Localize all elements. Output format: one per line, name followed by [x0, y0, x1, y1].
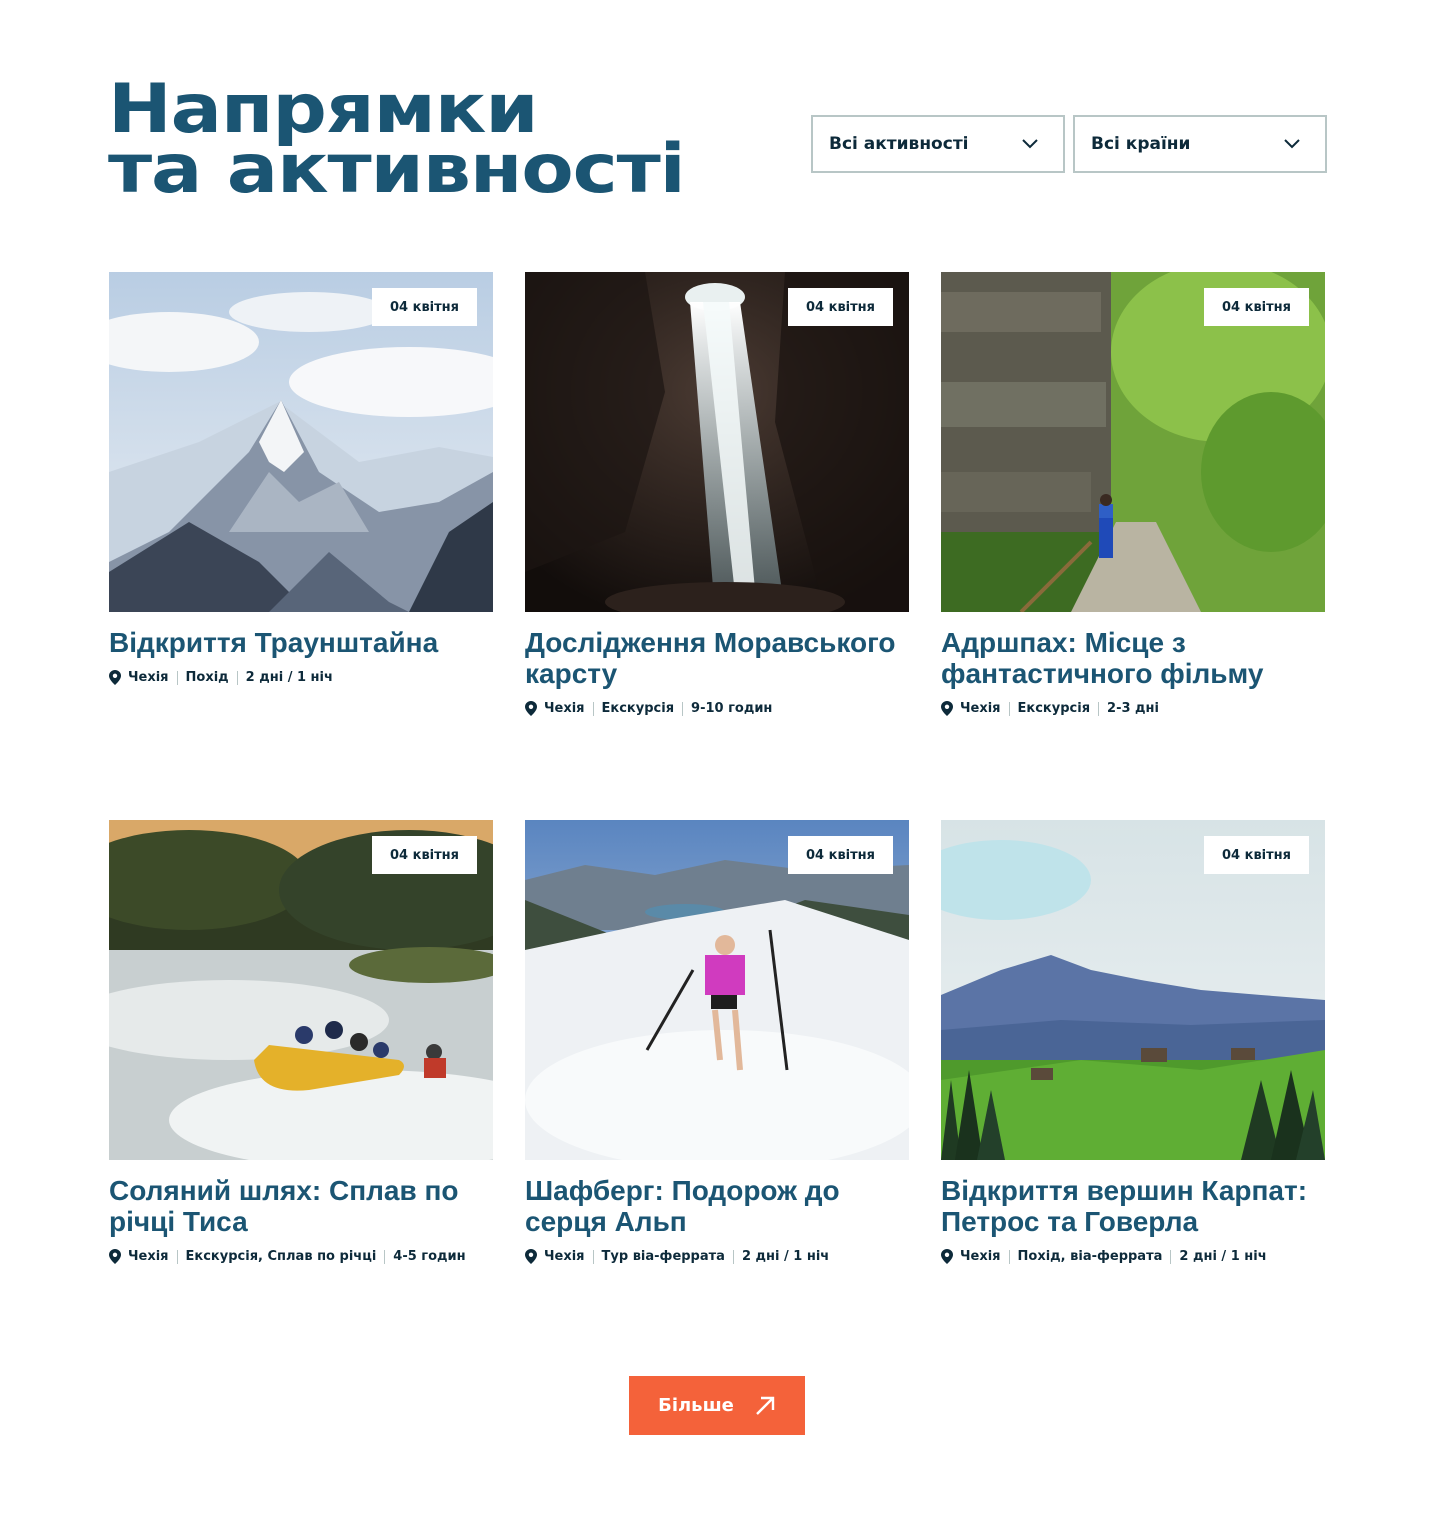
card-activity-type: Похід, віа-феррата	[1017, 1249, 1163, 1264]
location-pin-icon	[941, 1249, 953, 1264]
country-filter-label: Всі країни	[1091, 134, 1191, 154]
divider	[682, 701, 684, 716]
card-meta: Чехія Похід, віа-феррата 2 дні / 1 ніч	[941, 1249, 1325, 1264]
divider	[1008, 701, 1010, 716]
divider	[176, 1249, 178, 1264]
card-country: Чехія	[544, 1249, 585, 1264]
chevron-down-icon	[1284, 139, 1300, 149]
card-activity-type: Екскурсія	[1017, 701, 1091, 716]
card-image-carpathian-meadow[interactable]: 04 квітня	[941, 820, 1325, 1160]
country-filter-dropdown[interactable]: Всі країни	[1073, 115, 1327, 173]
card-image-cave-waterfall[interactable]: 04 квітня	[525, 272, 909, 612]
arrow-up-right-icon	[756, 1396, 775, 1415]
divider	[176, 670, 178, 685]
card-country: Чехія	[128, 1249, 169, 1264]
card-duration: 2-3 дні	[1107, 701, 1159, 716]
more-button[interactable]: Більше	[629, 1376, 805, 1435]
card-meta: Чехія Тур віа-феррата 2 дні / 1 ніч	[525, 1249, 909, 1264]
card-title[interactable]: Шафберг: Подорож до серця Альп	[525, 1175, 909, 1237]
page-title-line2: та активності	[108, 130, 686, 209]
card-image-snowy-mountain[interactable]: 04 квітня	[109, 272, 493, 612]
card-activity-type: Екскурсія, Сплав по річці	[185, 1249, 377, 1264]
chevron-down-icon	[1022, 139, 1038, 149]
card-activity-type: Похід	[185, 670, 229, 685]
divider	[1098, 701, 1100, 716]
card-meta: Чехія Екскурсія 2-3 дні	[941, 701, 1325, 716]
card-meta: Чехія Похід 2 дні / 1 ніч	[109, 670, 493, 685]
divider	[592, 701, 594, 716]
card-title[interactable]: Соляний шлях: Сплав по річці Тиса	[109, 1175, 493, 1237]
divider	[1170, 1249, 1172, 1264]
date-badge: 04 квітня	[1204, 836, 1309, 874]
card-image-river-rafting[interactable]: 04 квітня	[109, 820, 493, 1160]
divider	[1008, 1249, 1010, 1264]
divider	[236, 670, 238, 685]
card-duration: 2 дні / 1 ніч	[741, 1249, 830, 1264]
activity-filter-label: Всі активності	[829, 134, 969, 154]
activity-card[interactable]: 04 квітня Соляний шлях: Сплав по річці Т…	[109, 820, 493, 1264]
card-image-rock-forest[interactable]: 04 квітня	[941, 272, 1325, 612]
activity-card[interactable]: 04 квітня Шафберг: Подорож до серця Альп…	[525, 820, 909, 1264]
date-badge: 04 квітня	[1204, 288, 1309, 326]
divider	[732, 1249, 734, 1264]
activity-card[interactable]: 04 квітня Відкриття вершин Карпат: Петро…	[941, 820, 1325, 1264]
card-country: Чехія	[960, 1249, 1001, 1264]
location-pin-icon	[525, 701, 537, 716]
activity-filter-dropdown[interactable]: Всі активності	[811, 115, 1065, 173]
activity-card[interactable]: 04 квітня Дослідження Моравського карсту…	[525, 272, 909, 716]
location-pin-icon	[525, 1249, 537, 1264]
date-badge: 04 квітня	[372, 288, 477, 326]
activity-card[interactable]: 04 квітня Відкриття Траунштайна Чехія По…	[109, 272, 493, 685]
location-pin-icon	[109, 1249, 121, 1264]
card-duration: 2 дні / 1 ніч	[1179, 1249, 1267, 1264]
card-country: Чехія	[544, 701, 585, 716]
card-activity-type: Тур віа-феррата	[601, 1249, 725, 1264]
card-country: Чехія	[128, 670, 169, 685]
location-pin-icon	[941, 701, 953, 716]
date-badge: 04 квітня	[788, 836, 893, 874]
card-duration: 9-10 годин	[691, 701, 773, 716]
card-title[interactable]: Відкриття Траунштайна	[109, 627, 493, 658]
card-meta: Чехія Екскурсія, Сплав по річці 4-5 годи…	[109, 1249, 493, 1264]
page-title: Напрямки та активності	[108, 76, 686, 204]
more-button-label: Більше	[658, 1395, 734, 1416]
card-country: Чехія	[960, 701, 1001, 716]
date-badge: 04 квітня	[788, 288, 893, 326]
date-badge: 04 квітня	[372, 836, 477, 874]
activity-card[interactable]: 04 квітня Адршпах: Місце з фантастичного…	[941, 272, 1325, 716]
card-image-snow-hiker[interactable]: 04 квітня	[525, 820, 909, 1160]
location-pin-icon	[109, 670, 121, 685]
divider	[592, 1249, 594, 1264]
card-title[interactable]: Відкриття вершин Карпат: Петрос та Говер…	[941, 1175, 1325, 1237]
card-meta: Чехія Екскурсія 9-10 годин	[525, 701, 909, 716]
card-duration: 4-5 годин	[393, 1249, 466, 1264]
card-title[interactable]: Дослідження Моравського карсту	[525, 627, 909, 689]
divider	[384, 1249, 386, 1264]
card-title[interactable]: Адршпах: Місце з фантастичного фільму	[941, 627, 1325, 689]
card-duration: 2 дні / 1 ніч	[245, 670, 333, 685]
card-activity-type: Екскурсія	[601, 701, 675, 716]
